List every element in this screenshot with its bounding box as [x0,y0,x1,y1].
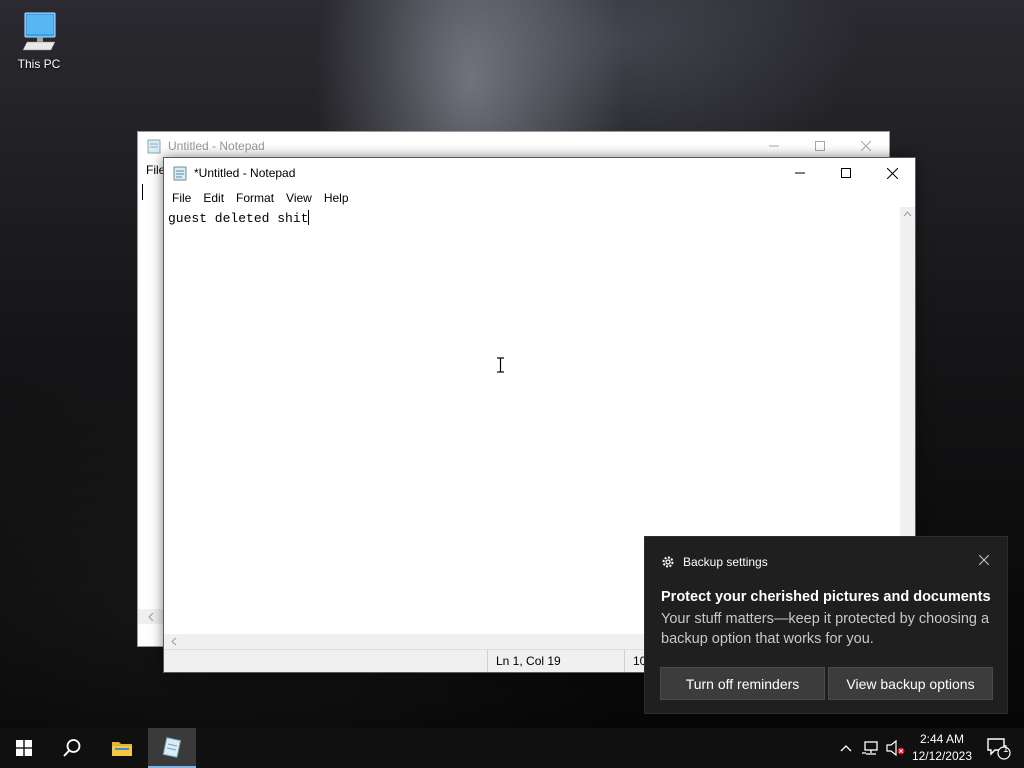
toast-heading: Protect your cherished pictures and docu… [661,589,991,605]
close-icon [978,554,990,566]
window-title: *Untitled - Notepad [194,166,296,180]
menu-file[interactable]: File [166,191,197,205]
clock-date: 12/12/2023 [911,749,972,763]
minimize-button[interactable] [751,132,797,160]
toast-app-name: Backup settings [683,555,768,569]
notepad-taskbar-button[interactable] [148,728,196,768]
menu-format[interactable]: Format [230,191,280,205]
minimize-icon [769,145,779,147]
search-button[interactable] [48,728,96,768]
notepad-icon [147,139,161,154]
toast-header: Backup settings [661,555,768,569]
maximize-button[interactable] [823,158,869,188]
network-icon [862,741,878,755]
title-bar[interactable]: *Untitled - Notepad [164,158,915,188]
turn-off-reminders-button[interactable]: Turn off reminders [660,667,825,700]
gear-icon [662,556,674,568]
chevron-left-icon [148,612,154,621]
windows-logo-icon [16,740,32,756]
menu-edit[interactable]: Edit [197,191,230,205]
start-button[interactable] [0,728,48,768]
text-caret [142,184,143,200]
close-icon [861,141,871,151]
text-caret [308,210,310,225]
computer-icon [22,12,56,51]
file-explorer-button[interactable] [98,728,146,768]
window-title: Untitled - Notepad [168,139,265,153]
maximize-icon [815,141,825,151]
toast-body: Your stuff matters—keep it protected by … [661,611,990,647]
editor-content: guest deleted shit [168,211,309,226]
maximize-button[interactable] [797,132,843,160]
search-icon [63,739,81,757]
close-button[interactable] [843,132,889,160]
folder-icon [112,742,132,756]
chevron-up-icon [903,211,912,217]
chevron-up-icon [840,745,852,752]
chevron-left-icon [171,637,177,646]
action-center-button[interactable]: 1 [980,728,1016,768]
notepad-icon [162,737,182,758]
notification-count-badge: 1 [1003,744,1009,755]
maximize-icon [841,168,851,178]
scroll-left-button[interactable] [138,609,164,624]
cursor-position: Ln 1, Col 19 [487,650,624,672]
title-bar[interactable]: Untitled - Notepad [138,132,889,160]
toast-close-button[interactable] [978,554,990,568]
volume-button[interactable] [884,728,908,768]
menu-bar: File Edit Format View Help [164,188,915,207]
ibeam-cursor-icon [497,357,504,373]
menu-help[interactable]: Help [318,191,355,205]
clock-time: 2:44 AM [919,732,964,746]
menu-view[interactable]: View [280,191,318,205]
backup-notification-toast[interactable]: Backup settings Protect your cherished p… [644,536,1008,714]
close-icon [886,167,898,179]
close-button[interactable] [869,158,915,188]
notepad-icon [173,166,187,181]
network-button[interactable] [860,728,882,768]
view-backup-options-button[interactable]: View backup options [828,667,993,700]
show-hidden-icons-button[interactable] [836,728,856,768]
clock[interactable]: 2:44 AM 12/12/2023 [912,728,972,768]
minimize-button[interactable] [777,158,823,188]
volume-muted-icon [886,740,905,756]
desktop-icon-this-pc[interactable]: This PC [10,8,68,71]
taskbar: 2:44 AM 12/12/2023 1 [0,728,1024,768]
minimize-icon [795,172,805,174]
desktop-icon-label: This PC [17,57,61,71]
